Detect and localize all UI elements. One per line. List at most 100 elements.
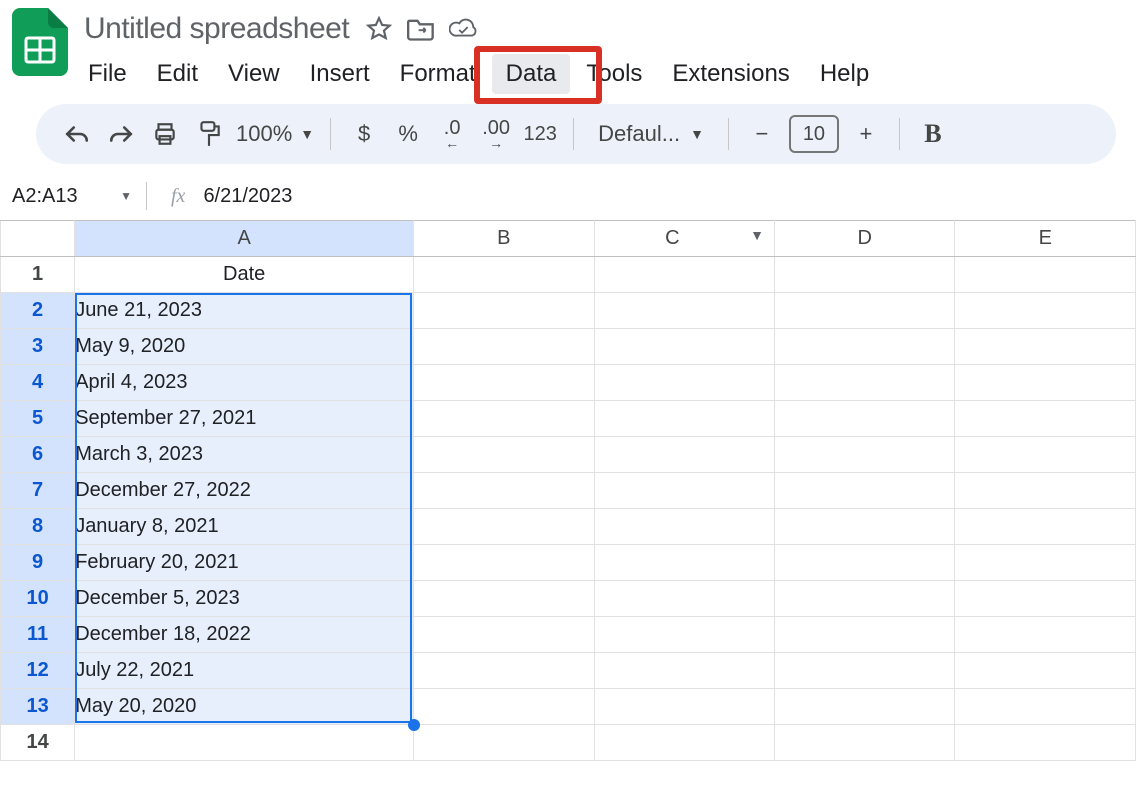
cell[interactable] xyxy=(955,473,1136,509)
cell[interactable] xyxy=(955,401,1136,437)
cell[interactable] xyxy=(775,545,955,581)
cell[interactable] xyxy=(594,437,774,473)
format-123-button[interactable]: 123 xyxy=(523,116,557,152)
row-header[interactable]: 1 xyxy=(1,257,75,293)
cell[interactable]: March 3, 2023 xyxy=(75,437,414,473)
bold-button[interactable]: B xyxy=(916,116,950,152)
cell[interactable] xyxy=(594,725,774,761)
cell[interactable]: May 9, 2020 xyxy=(75,329,414,365)
menu-insert[interactable]: Insert xyxy=(296,54,384,94)
cell[interactable] xyxy=(414,293,594,329)
cell[interactable] xyxy=(775,581,955,617)
cell[interactable] xyxy=(414,689,594,725)
cell[interactable]: December 18, 2022 xyxy=(75,617,414,653)
cell[interactable] xyxy=(414,257,594,293)
cell[interactable]: January 8, 2021 xyxy=(75,509,414,545)
cell[interactable] xyxy=(414,617,594,653)
row-header[interactable]: 13 xyxy=(1,689,75,725)
font-family-dropdown[interactable]: Defaul... ▼ xyxy=(590,121,712,147)
cell[interactable] xyxy=(594,293,774,329)
row-header[interactable]: 3 xyxy=(1,329,75,365)
star-icon[interactable] xyxy=(365,15,393,43)
cell[interactable]: December 27, 2022 xyxy=(75,473,414,509)
row-header[interactable]: 7 xyxy=(1,473,75,509)
cell[interactable] xyxy=(414,401,594,437)
font-size-input[interactable]: 10 xyxy=(789,115,839,153)
cell[interactable] xyxy=(414,437,594,473)
menu-edit[interactable]: Edit xyxy=(143,54,212,94)
sheets-logo[interactable] xyxy=(12,8,68,76)
col-header-B[interactable]: B xyxy=(414,221,594,257)
menu-view[interactable]: View xyxy=(214,54,294,94)
cell[interactable] xyxy=(775,329,955,365)
cell[interactable] xyxy=(594,617,774,653)
cell[interactable] xyxy=(594,257,774,293)
row-header[interactable]: 10 xyxy=(1,581,75,617)
cell[interactable] xyxy=(594,401,774,437)
cell[interactable] xyxy=(955,689,1136,725)
cell[interactable] xyxy=(594,653,774,689)
cell[interactable]: July 22, 2021 xyxy=(75,653,414,689)
name-box[interactable]: A2:A13 ▼ xyxy=(12,185,132,208)
cell[interactable] xyxy=(775,437,955,473)
cell[interactable] xyxy=(955,581,1136,617)
cell[interactable] xyxy=(594,545,774,581)
chevron-down-icon[interactable]: ▼ xyxy=(750,227,764,243)
cell[interactable] xyxy=(955,653,1136,689)
cell[interactable] xyxy=(775,617,955,653)
cell[interactable]: June 21, 2023 xyxy=(75,293,414,329)
cell[interactable] xyxy=(955,725,1136,761)
cell[interactable] xyxy=(594,509,774,545)
cell[interactable] xyxy=(955,257,1136,293)
cloud-saved-icon[interactable] xyxy=(449,15,477,43)
cell[interactable] xyxy=(414,329,594,365)
cell[interactable] xyxy=(955,293,1136,329)
cell[interactable] xyxy=(594,365,774,401)
decrease-decimal-button[interactable]: .0 ← xyxy=(435,116,469,152)
increase-decimal-button[interactable]: .00 → xyxy=(479,116,513,152)
cell[interactable]: February 20, 2021 xyxy=(75,545,414,581)
cell[interactable] xyxy=(775,257,955,293)
formula-bar[interactable]: 6/21/2023 xyxy=(203,185,292,208)
row-header[interactable]: 5 xyxy=(1,401,75,437)
format-currency-button[interactable]: $ xyxy=(347,116,381,152)
paint-format-button[interactable] xyxy=(192,116,226,152)
cell[interactable]: April 4, 2023 xyxy=(75,365,414,401)
cell[interactable] xyxy=(414,365,594,401)
menu-format[interactable]: Format xyxy=(386,54,490,94)
print-button[interactable] xyxy=(148,116,182,152)
spreadsheet-grid[interactable]: A B C▼ D E 1Date2June 21, 20233May 9, 20… xyxy=(0,220,1136,761)
cell[interactable] xyxy=(955,617,1136,653)
cell[interactable]: Date xyxy=(75,257,414,293)
cell[interactable] xyxy=(414,581,594,617)
menu-data[interactable]: Data xyxy=(492,54,571,94)
select-all-corner[interactable] xyxy=(1,221,75,257)
cell[interactable] xyxy=(955,545,1136,581)
cell[interactable] xyxy=(414,545,594,581)
cell[interactable] xyxy=(775,293,955,329)
redo-button[interactable] xyxy=(104,116,138,152)
menu-tools[interactable]: Tools xyxy=(572,54,656,94)
zoom-dropdown[interactable]: 100% ▼ xyxy=(236,121,314,147)
cell[interactable] xyxy=(594,329,774,365)
row-header[interactable]: 11 xyxy=(1,617,75,653)
row-header[interactable]: 12 xyxy=(1,653,75,689)
cell[interactable]: September 27, 2021 xyxy=(75,401,414,437)
undo-button[interactable] xyxy=(60,116,94,152)
decrease-font-size-button[interactable]: − xyxy=(745,116,779,152)
cell[interactable] xyxy=(775,725,955,761)
doc-title[interactable]: Untitled spreadsheet xyxy=(82,10,351,48)
cell[interactable] xyxy=(594,581,774,617)
col-header-D[interactable]: D xyxy=(775,221,955,257)
row-header[interactable]: 6 xyxy=(1,437,75,473)
cell[interactable] xyxy=(775,689,955,725)
cell[interactable]: May 20, 2020 xyxy=(75,689,414,725)
cell[interactable] xyxy=(955,509,1136,545)
cell[interactable] xyxy=(594,689,774,725)
menu-file[interactable]: File xyxy=(74,54,141,94)
cell[interactable] xyxy=(414,509,594,545)
cell[interactable] xyxy=(955,365,1136,401)
cell[interactable] xyxy=(775,401,955,437)
cell[interactable] xyxy=(775,509,955,545)
menu-help[interactable]: Help xyxy=(806,54,883,94)
